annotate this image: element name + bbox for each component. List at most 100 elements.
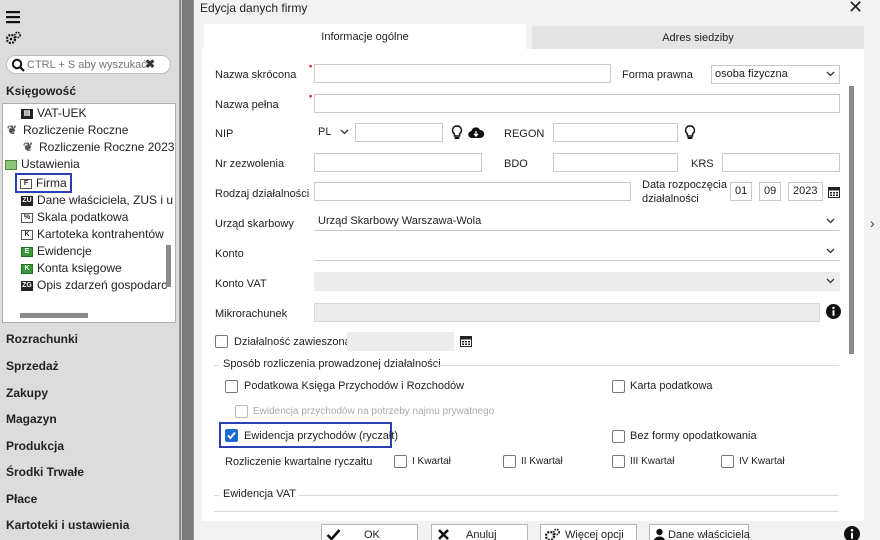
zus-icon: ZU <box>21 195 33 206</box>
quarter-4-checkbox[interactable] <box>721 455 734 468</box>
dane-wlasciciela-button[interactable]: Dane właściciela <box>649 524 750 540</box>
konto-vat-label: Konto VAT <box>215 278 267 290</box>
nav-zakupy[interactable]: Zakupy <box>6 386 48 400</box>
clear-search-icon[interactable]: ✖ <box>145 57 155 71</box>
lightbulb-icon[interactable] <box>684 125 696 140</box>
nav-magazyn[interactable]: Magazyn <box>6 412 57 426</box>
user-icon <box>653 528 666 540</box>
nav-sprzedaz[interactable]: Sprzedaż <box>6 359 59 373</box>
date-day-input[interactable]: 01 <box>730 182 752 201</box>
urzad-skarbowy-label: Urząd skarbowy <box>215 218 294 230</box>
ok-button[interactable]: OK F2 <box>321 524 418 540</box>
tree-item-rozliczenie-roczne[interactable]: ❦ Rozliczenie Roczne <box>5 122 128 139</box>
folder-icon <box>5 159 17 170</box>
tree-item-dane-wlasciciela[interactable]: ZU Dane właściciela, ZUS i u <box>21 192 173 209</box>
required-marker: • <box>309 91 313 101</box>
chevron-down-icon <box>826 248 835 254</box>
ryczalt-checkbox[interactable] <box>225 429 238 442</box>
edit-company-dialog: Edycja danych firmy ✕ Informacje ogólne … <box>193 0 880 540</box>
tree-item-rozliczenie-roczne-2023[interactable]: ❦ Rozliczenie Roczne 2023 <box>21 139 174 156</box>
cloud-download-icon[interactable] <box>468 126 484 139</box>
wiecej-opcji-button[interactable]: Więcej opcji <box>540 524 637 540</box>
nav-srodki-trwale[interactable]: Środki Trwałe <box>6 465 84 479</box>
cancel-x-icon <box>437 528 450 540</box>
nav-kartoteki-i-ustawienia[interactable]: Kartoteki i ustawienia <box>6 518 129 532</box>
regon-label: REGON <box>504 128 545 140</box>
help-info-icon[interactable] <box>844 526 860 540</box>
background-chevron-icon: › <box>870 215 875 231</box>
quarter-3-checkbox[interactable] <box>612 455 625 468</box>
bdo-input[interactable] <box>553 153 678 172</box>
mikrorachunek-input <box>314 303 820 322</box>
data-rozpoczecia-label: Data rozpoczęcia <box>642 179 727 191</box>
urzad-skarbowy-value: Urząd Skarbowy Warszawa-Wola <box>318 215 482 227</box>
company-card-icon: F <box>20 178 32 189</box>
settings-gears-icon[interactable] <box>5 31 21 45</box>
bez-formy-checkbox[interactable] <box>612 430 625 443</box>
info-icon[interactable] <box>826 304 841 319</box>
krs-input[interactable] <box>722 153 840 172</box>
nip-input[interactable] <box>355 123 443 142</box>
section-title: Księgowość <box>6 84 77 98</box>
quarter-1-checkbox[interactable] <box>394 455 407 468</box>
gears-icon <box>544 528 560 540</box>
tree-item-kartoteka-kontrahentow[interactable]: K Kartoteka kontrahentów <box>21 226 164 243</box>
tree-item-ustawienia[interactable]: Ustawienia <box>5 156 80 173</box>
chevron-down-icon <box>826 278 835 284</box>
search-input[interactable] <box>27 58 155 72</box>
urzad-skarbowy-select[interactable]: Urząd Skarbowy Warszawa-Wola <box>314 212 840 231</box>
left-panel: ✖ Księgowość ▤VAT-UEK ❦Rozliczenie Roczn… <box>0 0 180 540</box>
najem-prywatny-checkbox[interactable] <box>235 405 248 418</box>
tree-item-opis-zdarzen[interactable]: ZG Opis zdarzeń gospodarc <box>21 277 167 294</box>
tree-item-konta-ksiegowe[interactable]: K Konta księgowe <box>21 260 122 277</box>
form-vertical-scrollbar[interactable] <box>849 86 854 354</box>
dialog-title: Edycja danych firmy <box>200 1 308 15</box>
karta-podatkowa-label: Karta podatkowa <box>630 380 713 392</box>
close-icon[interactable]: ✕ <box>848 0 863 18</box>
calendar-icon[interactable] <box>828 186 840 198</box>
tree-vertical-scrollbar[interactable] <box>166 245 171 287</box>
nav-rozrachunki[interactable]: Rozrachunki <box>6 332 78 346</box>
quarter-2-label: II Kwartał <box>521 456 563 467</box>
checkmark-icon <box>326 528 341 540</box>
rodzaj-dzialalnosci-input[interactable] <box>314 182 631 201</box>
lightbulb-icon[interactable] <box>451 125 463 140</box>
calendar-icon[interactable] <box>460 335 472 347</box>
dzialalnosc-zawieszona-checkbox[interactable] <box>215 335 228 348</box>
tree-item-firma[interactable]: F Firma <box>15 173 72 193</box>
dzialalnosc-zawieszona-label: Działalność zawieszona <box>234 336 351 348</box>
hamburger-menu-icon[interactable] <box>6 10 20 24</box>
date-month-input[interactable]: 09 <box>759 182 781 201</box>
rodzaj-dzialalnosci-label: Rodzaj działalności <box>215 188 310 200</box>
search-box[interactable]: ✖ <box>6 55 171 74</box>
quarter-4-label: IV Kwartał <box>739 456 785 467</box>
regon-input[interactable] <box>553 123 678 142</box>
tree-item-vat-uek[interactable]: ▤ VAT-UEK <box>21 105 87 122</box>
chevron-down-icon <box>826 71 835 77</box>
pkpir-checkbox[interactable] <box>225 380 238 393</box>
quarter-3-label: III Kwartał <box>630 456 675 467</box>
forma-prawna-select[interactable]: osoba fizyczna <box>711 65 840 84</box>
konto-select[interactable] <box>314 242 840 261</box>
karta-podatkowa-checkbox[interactable] <box>612 380 625 393</box>
nazwa-pelna-input[interactable] <box>314 94 840 113</box>
tab-informacje-ogolne[interactable]: Informacje ogólne <box>204 24 526 49</box>
tree-item-ewidencje[interactable]: E Ewidencje <box>21 243 92 260</box>
data-rozpoczecia-label-2: działalności <box>642 193 699 205</box>
date-year-input[interactable]: 2023 <box>788 182 823 201</box>
nav-produkcja[interactable]: Produkcja <box>6 439 64 453</box>
tree-horizontal-scrollbar[interactable] <box>20 313 88 318</box>
nazwa-skrocona-input[interactable] <box>314 64 611 83</box>
anuluj-button[interactable]: Anuluj <box>431 524 528 540</box>
nazwa-pelna-label: Nazwa pełna <box>215 99 279 111</box>
nav-place[interactable]: Płace <box>6 492 37 506</box>
forma-prawna-label: Forma prawna <box>622 69 693 81</box>
najem-prywatny-label: Ewidencja przychodów na potrzeby najmu p… <box>253 406 495 417</box>
tab-adres-siedziby[interactable]: Adres siedziby <box>532 26 864 49</box>
nip-country-select[interactable]: PL <box>314 123 354 142</box>
konto-vat-select[interactable] <box>314 272 840 291</box>
pkpir-label: Podatkowa Księga Przychodów i Rozchodów <box>244 380 465 392</box>
quarter-2-checkbox[interactable] <box>503 455 516 468</box>
tree-item-skala-podatkowa[interactable]: % Skala podatkowa <box>21 209 128 226</box>
nr-zezwolenia-input[interactable] <box>314 153 482 172</box>
